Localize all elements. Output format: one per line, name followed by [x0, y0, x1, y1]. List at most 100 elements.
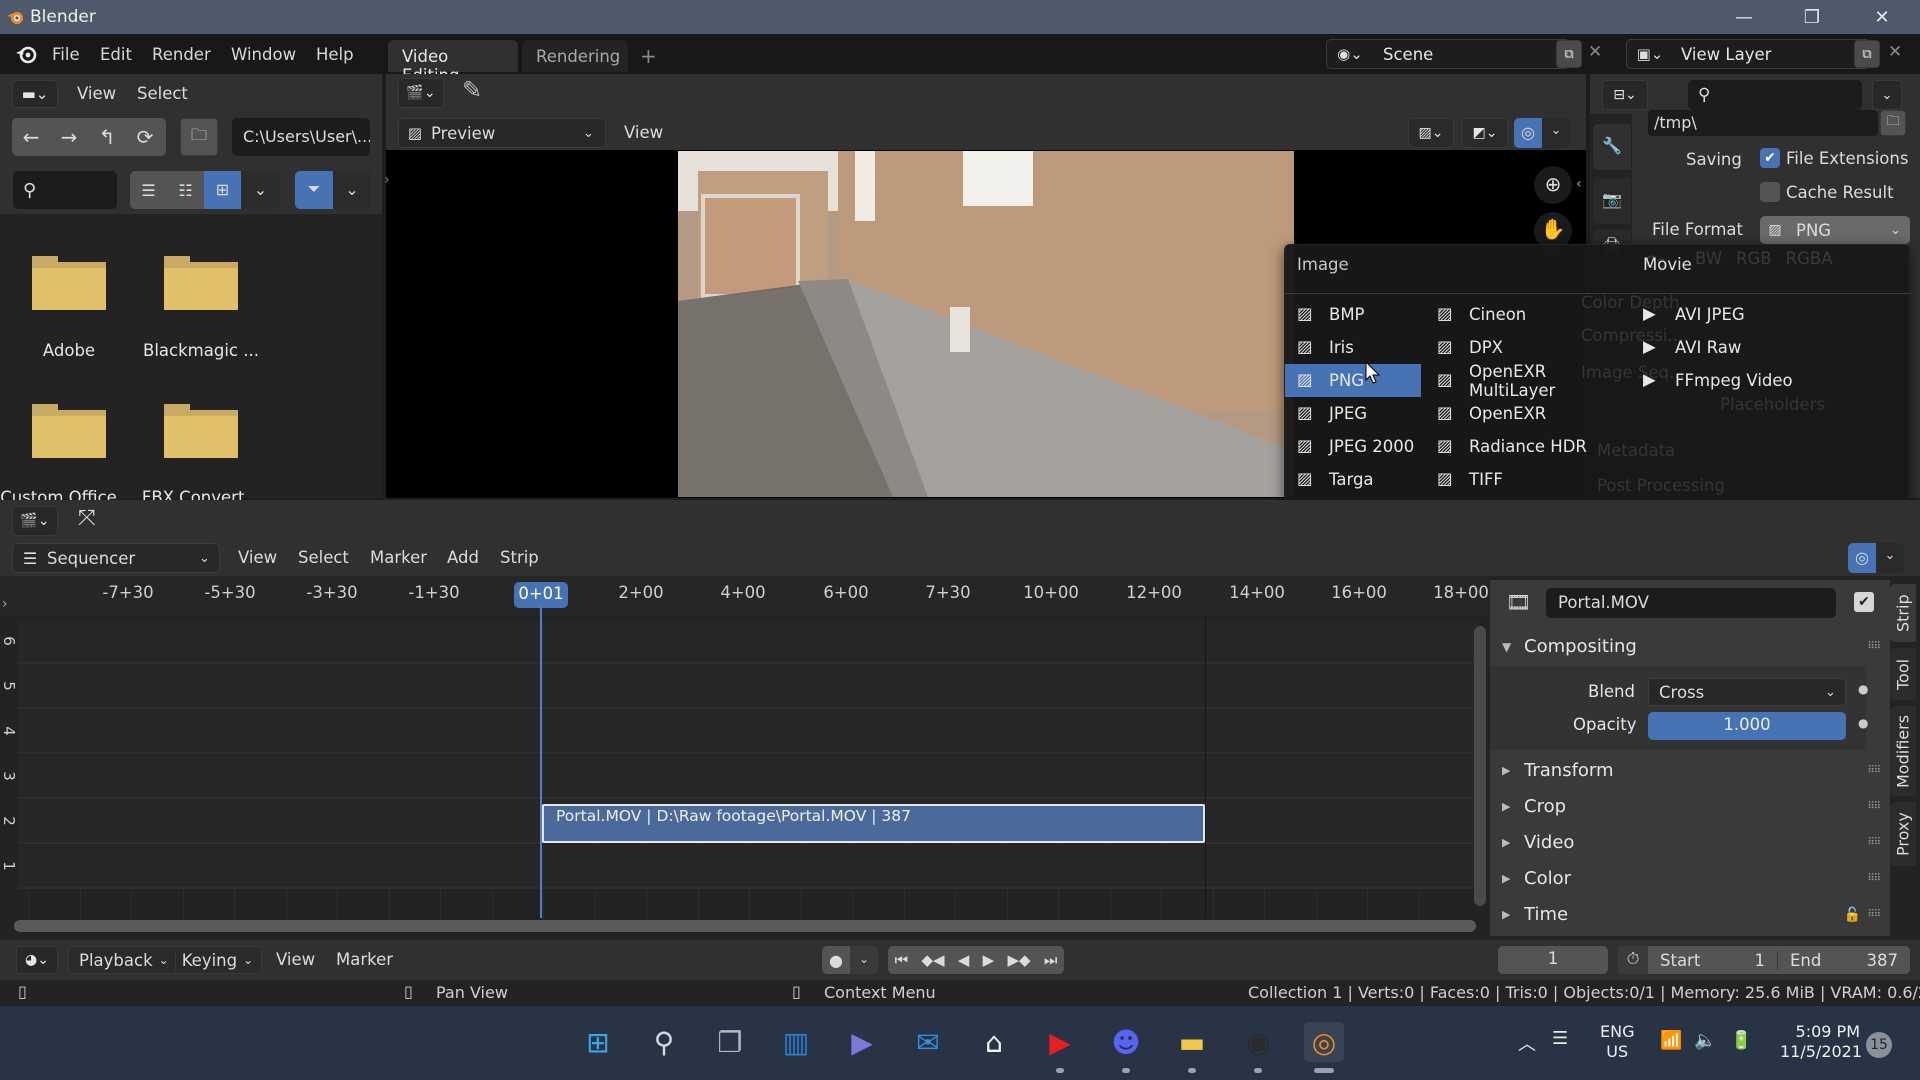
tab-rendering[interactable]: Rendering: [522, 40, 628, 72]
minimize-button[interactable]: —: [1714, 0, 1774, 34]
chevron-down-icon[interactable]: ⌄: [1542, 118, 1570, 148]
scene-selector[interactable]: ◉⌄ Scene: [1326, 39, 1570, 69]
menu-item-radiance-hdr[interactable]: ▨ Radiance HDR: [1425, 430, 1625, 463]
menu-item-bmp[interactable]: ▨ BMP: [1285, 298, 1421, 331]
editor-type-button[interactable]: ▬⌄: [12, 80, 58, 108]
vertical-list-icon[interactable]: ☰: [130, 181, 167, 200]
properties-options-dropdown[interactable]: ⌄: [1872, 80, 1902, 110]
sidebar-tab-proxy[interactable]: Proxy: [1890, 802, 1916, 866]
play-icon[interactable]: ▶: [983, 951, 995, 969]
tab-video-editing[interactable]: Video Editing: [388, 40, 518, 85]
zoom-view-button[interactable]: ⊕: [1534, 166, 1572, 204]
stopwatch-icon[interactable]: ⏱: [1618, 946, 1648, 974]
sidebar-collapse-arrow[interactable]: ‹: [1576, 176, 1582, 192]
tab-render[interactable]: 📷: [1593, 178, 1631, 224]
language-indicator[interactable]: ENG US: [1600, 1022, 1634, 1062]
drag-handle-icon[interactable]: ⠿⠿: [1867, 909, 1881, 920]
menu-item-dpx[interactable]: ▨ DPX: [1425, 331, 1625, 364]
timeline-menu-view[interactable]: View: [276, 950, 315, 969]
preview-editor-type-button[interactable]: 🎬⌄: [398, 78, 444, 108]
display-settings-dropdown[interactable]: ⌄: [241, 171, 280, 209]
taskbar-file-explorer-icon[interactable]: ▬: [1172, 1022, 1212, 1062]
taskbar-blender-icon[interactable]: ◎: [1304, 1022, 1344, 1062]
seq-menu-add[interactable]: Add: [447, 548, 479, 567]
eyedropper-icon[interactable]: ✎: [462, 76, 482, 104]
show-hidden-icons-button[interactable]: ︿: [1518, 1030, 1536, 1056]
taskbar-widgets-icon[interactable]: ▥: [776, 1022, 816, 1062]
drag-handle-icon[interactable]: ⠿⠿: [1867, 641, 1881, 652]
play-reverse-icon[interactable]: ◀: [958, 951, 970, 969]
taskbar-mail-icon[interactable]: ✉: [908, 1022, 948, 1062]
channel-row[interactable]: [18, 755, 1480, 799]
taskbar-search-icon[interactable]: ⚲: [644, 1022, 684, 1062]
parent-directory-button[interactable]: ↰: [88, 125, 126, 149]
preview-menu-view[interactable]: View: [624, 123, 663, 142]
menu-item-cineon[interactable]: ▨ Cineon: [1425, 298, 1625, 331]
timeline-menu-marker[interactable]: Marker: [336, 950, 393, 969]
fb-menu-select[interactable]: Select: [137, 84, 188, 103]
refresh-button[interactable]: ⟳: [126, 125, 164, 149]
notification-count-badge[interactable]: 15: [1866, 1032, 1892, 1058]
strip-enabled-checkbox[interactable]: ✔: [1854, 592, 1874, 612]
taskbar-discord-icon[interactable]: ☻: [1106, 1022, 1146, 1062]
tab-tool[interactable]: 🔧: [1593, 124, 1631, 170]
select-move-tool-icon[interactable]: ⤧: [78, 506, 96, 531]
prev-keyframe-icon[interactable]: ◆◀: [921, 951, 944, 969]
clock[interactable]: 5:09 PM 11/5/2021: [1780, 1022, 1862, 1062]
menu-item-jpeg[interactable]: ▨ JPEG: [1285, 397, 1421, 430]
panel-header-video[interactable]: ▶ Video ⠿⠿: [1502, 832, 1881, 853]
create-directory-button[interactable]: 🗀: [180, 118, 218, 156]
menu-item-ffmpeg-video[interactable]: ▶ FFmpeg Video: [1631, 364, 1831, 397]
blend-mode-dropdown[interactable]: Cross ⌄: [1648, 678, 1846, 706]
horizontal-list-icon[interactable]: ☷: [167, 181, 204, 200]
panel-header-crop[interactable]: ▶ Crop ⠿⠿: [1502, 796, 1881, 817]
panel-header-color[interactable]: ▶ Color ⠿⠿: [1502, 868, 1881, 889]
add-workspace-button[interactable]: +: [640, 44, 657, 68]
seq-menu-select[interactable]: Select: [298, 548, 349, 567]
seq-menu-view[interactable]: View: [238, 548, 277, 567]
drag-handle-icon[interactable]: ⠿⠿: [1867, 837, 1881, 848]
sequencer-view-type-dropdown[interactable]: ☰ Sequencer ⌄: [12, 543, 220, 573]
menu-item-openexr[interactable]: ▨ OpenEXR: [1425, 397, 1625, 430]
channel-row[interactable]: [18, 710, 1480, 754]
toolbar-expand-arrow[interactable]: ›: [384, 172, 390, 188]
compositing-panel-header[interactable]: ▼ Compositing ⠿⠿: [1502, 636, 1881, 657]
sidebar-tab-strip[interactable]: Strip: [1890, 584, 1916, 642]
fb-menu-view[interactable]: View: [77, 84, 116, 103]
channel-region-toggle[interactable]: ›: [2, 596, 8, 612]
overlays-toggle[interactable]: ◎ ⌄: [1514, 118, 1570, 148]
menu-edit[interactable]: Edit: [100, 45, 132, 64]
panel-header-transform[interactable]: ▶ Transform ⠿⠿: [1502, 760, 1881, 781]
channel-row[interactable]: [18, 665, 1480, 709]
strip-name-field[interactable]: Portal.MOV: [1546, 588, 1836, 618]
jump-start-icon[interactable]: ⏮: [895, 951, 909, 969]
folder-item[interactable]: [164, 254, 238, 314]
display-channels-button[interactable]: ▨⌄: [1408, 118, 1454, 148]
taskbar-task-view-icon[interactable]: ❐: [710, 1022, 750, 1062]
menu-item-targa[interactable]: ▨ Targa: [1285, 463, 1421, 496]
playback-menu[interactable]: Playback: [69, 951, 159, 970]
menu-file[interactable]: File: [52, 45, 80, 64]
menu-item-iris[interactable]: ▨ Iris: [1285, 331, 1421, 364]
file-format-dropdown[interactable]: ▨ PNG ⌄: [1760, 216, 1910, 244]
drag-handle-icon[interactable]: ⠿⠿: [1867, 801, 1881, 812]
wifi-icon[interactable]: 📶: [1660, 1030, 1682, 1051]
folder-item[interactable]: [32, 254, 106, 314]
timeline-editor-type-button[interactable]: ◕⌄: [16, 946, 58, 974]
close-window-button[interactable]: ✕: [1852, 0, 1912, 34]
notifications-center-icon[interactable]: ☰: [1552, 1028, 1568, 1049]
panel-header-time[interactable]: ▶ Time 🔓 ⠿⠿: [1502, 904, 1881, 925]
output-path-field[interactable]: /tmp\: [1648, 110, 1878, 136]
view-type-dropdown[interactable]: ▨ Preview ⌄: [398, 118, 606, 148]
menu-help[interactable]: Help: [316, 45, 354, 64]
seq-menu-strip[interactable]: Strip: [500, 548, 539, 567]
sidebar-tab-modifiers[interactable]: Modifiers: [1890, 706, 1916, 796]
start-frame-field[interactable]: Start 1: [1648, 950, 1778, 970]
view-layer-duplicate-button[interactable]: ⧉: [1854, 40, 1880, 68]
browse-folder-button[interactable]: 🗀: [1880, 110, 1906, 136]
view-layer-selector[interactable]: ▣⌄ View Layer: [1626, 39, 1870, 69]
channel-row[interactable]: [18, 845, 1480, 889]
forward-button[interactable]: →: [50, 125, 88, 149]
directory-path-field[interactable]: C:\Users\User\...: [232, 118, 370, 156]
battery-icon[interactable]: 🔋: [1730, 1030, 1752, 1051]
